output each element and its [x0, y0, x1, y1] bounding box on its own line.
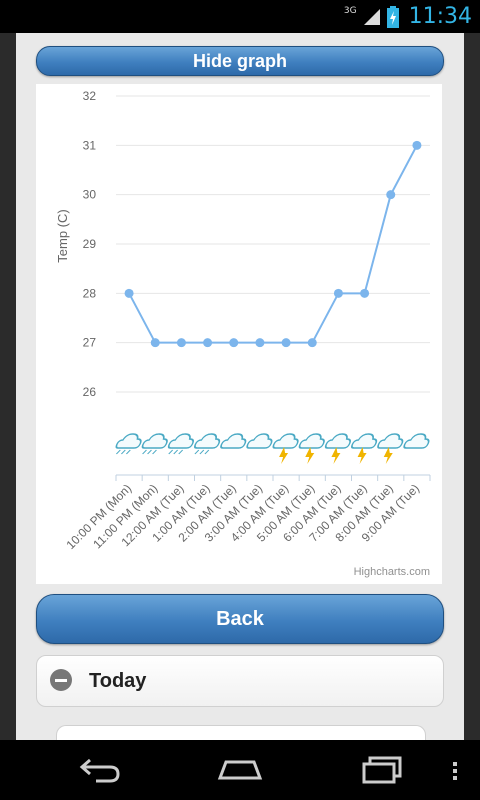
today-section-header[interactable]: Today: [36, 655, 444, 707]
thunderstorm-icon: [351, 433, 378, 449]
signal-icon: [363, 8, 380, 25]
thunderstorm-icon: [298, 433, 325, 449]
rain-cloud-icon: [194, 433, 221, 455]
data-point: [255, 338, 265, 348]
data-point: [203, 338, 213, 348]
chart-svg: 32313029282726Temp (C)10:00 PM (Mon)11:0…: [55, 89, 431, 552]
data-point: [386, 190, 396, 200]
y-tick-label: 32: [83, 89, 97, 103]
clock: 11:34: [408, 4, 472, 29]
data-point: [333, 288, 343, 298]
thunderstorm-icon: [377, 433, 404, 449]
back-button[interactable]: Back: [36, 594, 444, 644]
data-point: [307, 338, 317, 348]
rain-cloud-icon: [115, 433, 142, 455]
lightning-bolt-icon: [305, 447, 315, 464]
home-nav-icon[interactable]: [216, 750, 264, 790]
today-label: Today: [89, 670, 147, 692]
y-axis-label: Temp (C): [55, 209, 70, 262]
chart-credit[interactable]: Highcharts.com: [354, 566, 430, 578]
temperature-chart: 32 31 30 29 28 27 26 Temp (C) 10:00 PM (Mon) 11:0…: [36, 84, 442, 584]
y-tick-label: 31: [83, 138, 97, 152]
data-point: [176, 338, 186, 348]
y-tick-label: 27: [83, 336, 97, 350]
y-tick-label: 28: [83, 286, 97, 300]
data-point: [124, 288, 134, 298]
data-point: [229, 338, 239, 348]
cloud-icon: [246, 433, 273, 449]
thunderstorm-icon: [324, 433, 351, 449]
y-tick-label: 29: [83, 237, 97, 251]
cloud-icon: [403, 433, 430, 449]
navigation-bar: [0, 740, 480, 800]
data-point: [281, 338, 291, 348]
rain-cloud-icon: [167, 433, 194, 455]
status-icons: 3G 11:34: [344, 0, 472, 33]
recent-apps-icon[interactable]: [358, 750, 406, 790]
y-tick-label: 26: [83, 385, 97, 399]
lightning-bolt-icon: [279, 447, 289, 464]
cloud-icon: [220, 433, 247, 449]
lightning-bolt-icon: [331, 447, 341, 464]
y-tick-label: 30: [83, 188, 97, 202]
network-type: 3G: [343, 5, 357, 16]
battery-charging-icon: [386, 5, 399, 28]
status-bar: 3G 11:34: [0, 0, 480, 33]
overflow-menu-icon[interactable]: [448, 750, 462, 790]
thunderstorm-icon: [272, 433, 299, 449]
lightning-bolt-icon: [357, 447, 367, 464]
hide-graph-button[interactable]: Hide graph: [36, 46, 444, 76]
data-point: [360, 288, 370, 298]
data-point: [150, 338, 160, 348]
back-nav-icon[interactable]: [76, 750, 124, 790]
lightning-bolt-icon: [383, 447, 393, 464]
data-point: [412, 140, 422, 150]
rain-cloud-icon: [141, 433, 168, 455]
collapse-minus-icon[interactable]: [50, 669, 72, 691]
